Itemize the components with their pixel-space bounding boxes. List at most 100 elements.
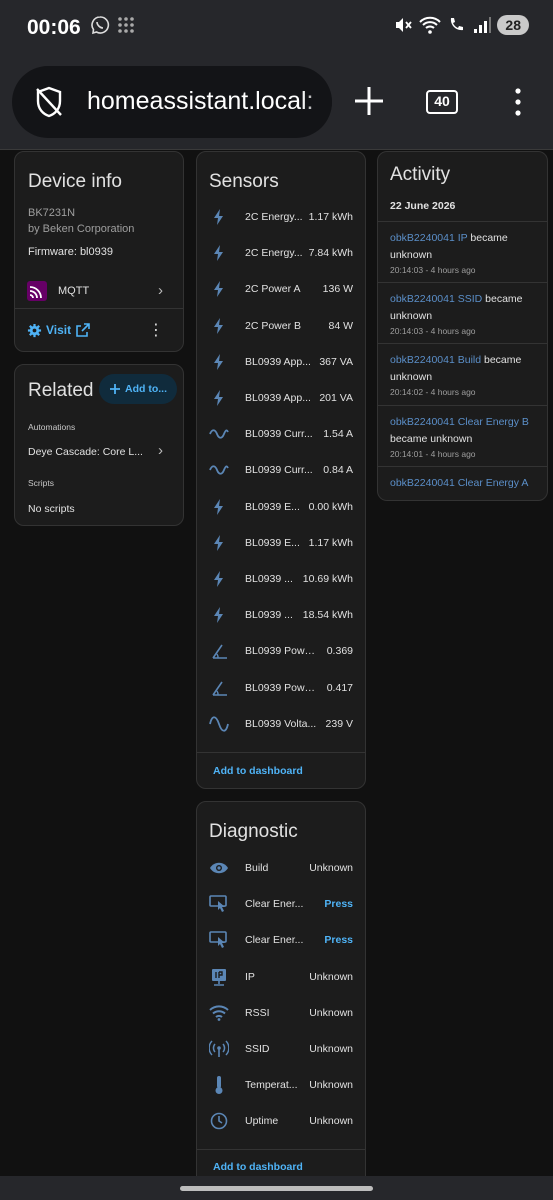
related-title: Related	[28, 380, 94, 401]
activity-timestamp: 20:14:03 - 4 hours ago	[390, 265, 476, 275]
entity-value: 367 VA	[319, 355, 353, 368]
activity-entity-link[interactable]: obkB2240041 Clear Energy B	[390, 416, 529, 428]
entity-name: Clear Ener...	[245, 934, 304, 947]
activity-message: obkB2240041 Clear Energy A	[390, 475, 535, 492]
entity-row[interactable]: 2C Power A 136 W	[197, 271, 365, 307]
current-ac-icon	[209, 424, 229, 444]
entity-row[interactable]: BL0939 E... 0.00 kWh	[197, 489, 365, 525]
entity-name: Build	[245, 862, 269, 874]
sensors-title: Sensors	[209, 171, 279, 192]
tab-switcher-button[interactable]: 40	[426, 90, 458, 114]
entity-row[interactable]: BL0939 Curr... 0.84 A	[197, 452, 365, 488]
entity-row[interactable]: BL0939 App... 367 VA	[197, 344, 365, 380]
entity-row[interactable]: BL0939 Curr... 1.54 A	[197, 416, 365, 452]
activity-timestamp: 20:14:03 - 4 hours ago	[390, 326, 476, 337]
entity-row[interactable]: Temperat... Unknown	[197, 1067, 365, 1103]
press-button[interactable]: Press	[324, 934, 353, 946]
entity-row[interactable]: 2C Power B 84 W	[197, 308, 365, 344]
activity-entity-link[interactable]: obkB2240041 Build	[390, 354, 481, 366]
entity-value: Unknown	[309, 970, 353, 983]
activity-entity-link[interactable]: obkB2240041 Clear Energy A	[390, 477, 528, 489]
sensors-add-to-dashboard-button[interactable]: Add to dashboard	[213, 765, 303, 777]
entity-name: BL0939 Volta...	[245, 717, 317, 730]
activity-entry: obkB2240041 SSID became unknown 20:14:03 …	[378, 282, 547, 343]
diagnostic-add-to-dashboard-button[interactable]: Add to dashboard	[213, 1161, 303, 1173]
entity-name: Clear Ener...	[245, 898, 304, 911]
activity-entry: obkB2240041 Clear Energy B became unknow…	[378, 404, 547, 466]
entity-value: 10.69 kWh	[302, 573, 353, 585]
activity-entity-link[interactable]: obkB2240041 IP	[390, 232, 467, 244]
address-bar[interactable]: homeassistant.local:	[12, 66, 332, 138]
visit-button[interactable]: Visit	[27, 322, 91, 338]
entity-row[interactable]: 2C Energy... 7.84 kWh	[197, 235, 365, 271]
add-to-button[interactable]: Add to...	[99, 374, 177, 404]
sensors-card: Sensors 2C Energy... 1.17 kWh 2C Energy...…	[196, 151, 366, 789]
access-point-icon	[209, 1039, 229, 1059]
automation-item[interactable]: Deye Cascade: Core L...	[28, 446, 143, 458]
entity-name: BL0939 E...	[245, 500, 300, 513]
entity-value: Unknown	[309, 1079, 353, 1092]
app-grid-icon	[118, 17, 134, 33]
entity-row[interactable]: BL0939 ... 18.54 kWh	[197, 597, 365, 633]
diagnostic-card: Diagnostic Build Unknown Clear Ener... Pres…	[196, 801, 366, 1186]
thermometer-icon	[209, 1075, 229, 1095]
home-handle[interactable]	[180, 1186, 373, 1191]
entity-row[interactable]: BL0939 Powe... 0.369	[197, 633, 365, 669]
entity-value: 1.17 kWh	[308, 536, 353, 549]
chevron-right-icon[interactable]: ›	[158, 442, 163, 459]
ip-network-icon	[209, 967, 229, 987]
device-info-title: Device info	[28, 171, 122, 192]
entity-name: BL0939 Curr...	[245, 428, 313, 441]
entity-value: 1.17 kWh	[308, 211, 353, 223]
entity-name: BL0939 Curr...	[245, 464, 313, 477]
new-tab-plus-icon[interactable]	[352, 84, 386, 118]
gesture-tap-button-icon	[209, 930, 229, 950]
device-more-menu-icon[interactable]: ⋮	[148, 320, 164, 340]
entity-row[interactable]: BL0939 Powe... 0.417	[197, 670, 365, 706]
viber-icon	[91, 16, 110, 35]
entity-row[interactable]: Clear Ener... Press	[197, 922, 365, 958]
entity-name: BL0939 Powe...	[245, 645, 317, 658]
gesture-nav-bar	[0, 1176, 553, 1200]
entity-value: 18.54 kWh	[302, 609, 353, 622]
press-button[interactable]: Press	[324, 898, 353, 910]
entity-row[interactable]: Uptime Unknown	[197, 1103, 365, 1139]
entity-row[interactable]: SSID Unknown	[197, 1031, 365, 1067]
url-text[interactable]: homeassistant.local:	[87, 87, 314, 116]
entity-name: SSID	[245, 1043, 270, 1055]
entity-name: BL0939 Powe...	[245, 681, 317, 694]
gesture-tap-button-icon	[209, 894, 229, 914]
entity-row[interactable]: 2C Energy... 1.17 kWh	[197, 199, 365, 235]
entity-row[interactable]: BL0939 App... 201 VA	[197, 380, 365, 416]
entity-row[interactable]: BL0939 Volta... 239 V	[197, 706, 365, 742]
mqtt-icon	[27, 281, 47, 301]
entity-row[interactable]: Clear Ener... Press	[197, 886, 365, 922]
divider	[197, 1149, 365, 1150]
entity-row[interactable]: BL0939 E... 1.17 kWh	[197, 525, 365, 561]
eye-icon	[209, 858, 229, 878]
device-model: BK7231N	[28, 207, 76, 219]
entity-value: Unknown	[309, 1115, 353, 1128]
entity-row[interactable]: BL0939 ... 10.69 kWh	[197, 561, 365, 597]
flash-icon	[209, 497, 229, 517]
entity-name: RSSI	[245, 1006, 270, 1019]
entity-value: Unknown	[309, 1043, 353, 1055]
entity-row[interactable]: RSSI Unknown	[197, 995, 365, 1031]
not-secure-shield-icon[interactable]	[34, 86, 64, 118]
flash-icon	[209, 279, 229, 299]
activity-entry: obkB2240041 Clear Energy A	[378, 465, 547, 500]
angle-acute-icon	[209, 678, 229, 698]
entity-row[interactable]: Build Unknown	[197, 850, 365, 886]
activity-message: obkB2240041 IP became unknown	[390, 230, 535, 264]
entity-value: 239 V	[325, 717, 353, 730]
current-ac-icon	[209, 460, 229, 480]
browser-menu-icon[interactable]	[508, 86, 528, 118]
entity-row[interactable]: IP Unknown	[197, 959, 365, 995]
entity-value: Unknown	[309, 862, 353, 874]
battery-indicator: 28	[497, 15, 529, 35]
entity-value: 136 W	[322, 283, 353, 296]
mqtt-integration-row[interactable]: MQTT ›	[15, 276, 183, 306]
activity-entity-link[interactable]: obkB2240041 SSID	[390, 293, 482, 305]
activity-entry: obkB2240041 Build became unknown 20:14:02…	[378, 343, 547, 404]
visit-label: Visit	[46, 323, 72, 337]
